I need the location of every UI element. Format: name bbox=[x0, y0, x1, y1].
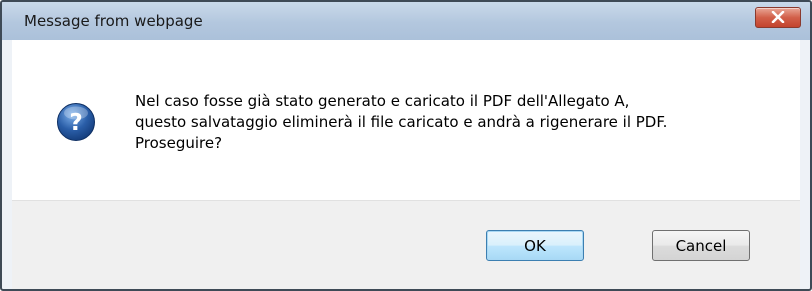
button-bar: OK Cancel bbox=[12, 200, 800, 289]
dialog-content: ? Nel caso fosse già stato generato e ca… bbox=[12, 40, 800, 289]
message-text: Nel caso fosse già stato generato e cari… bbox=[135, 91, 785, 154]
svg-text:?: ? bbox=[69, 110, 82, 136]
message-area: ? Nel caso fosse già stato generato e ca… bbox=[12, 40, 800, 200]
question-icon: ? bbox=[57, 103, 95, 141]
message-dialog: Message from webpage ? Nel caso fosse gi… bbox=[0, 0, 812, 291]
message-line: Nel caso fosse già stato generato e cari… bbox=[135, 92, 630, 110]
cancel-button[interactable]: Cancel bbox=[652, 230, 750, 261]
message-line: Proseguire? bbox=[135, 134, 223, 152]
message-line: questo salvataggio eliminerà il file car… bbox=[135, 113, 668, 131]
dialog-titlebar[interactable]: Message from webpage bbox=[2, 2, 810, 40]
ok-button[interactable]: OK bbox=[486, 230, 584, 261]
close-button[interactable] bbox=[755, 7, 801, 28]
close-icon bbox=[771, 11, 785, 23]
dialog-title: Message from webpage bbox=[24, 12, 203, 30]
